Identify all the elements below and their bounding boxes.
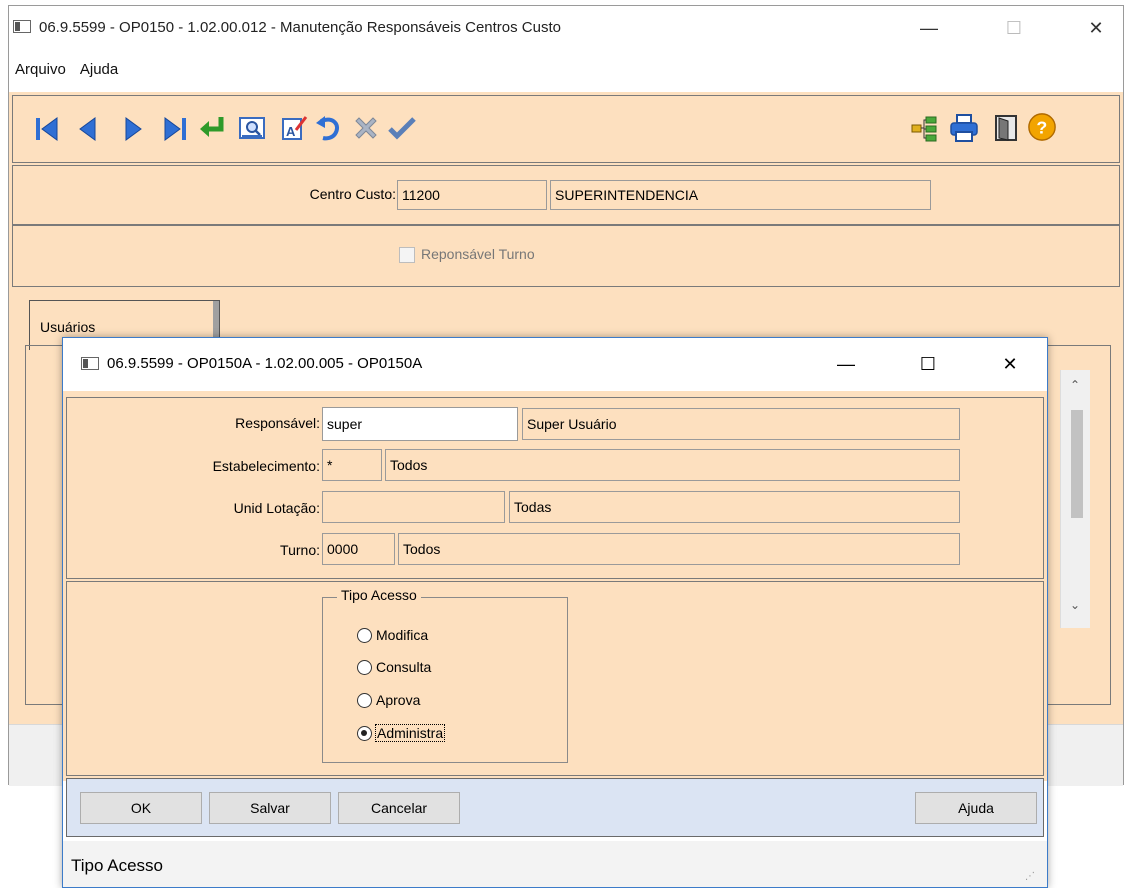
scroll-up-icon[interactable]: ⌃ <box>1070 378 1080 392</box>
radio-administra-circle[interactable] <box>357 726 372 741</box>
help-icon[interactable]: ? <box>1027 112 1057 142</box>
last-record-icon[interactable] <box>159 114 189 144</box>
next-record-icon[interactable] <box>118 114 148 144</box>
previous-record-icon[interactable] <box>73 114 103 144</box>
menu-arquivo[interactable]: Arquivo <box>15 61 66 78</box>
tipo-acesso-legend: Tipo Acesso <box>337 587 421 603</box>
radio-consulta-circle[interactable] <box>357 660 372 675</box>
edit-icon[interactable]: A <box>279 113 309 143</box>
maximize-button[interactable]: ☐ <box>999 18 1029 38</box>
estabelecimento-label: Estabelecimento: <box>212 458 320 474</box>
radio-aprova[interactable]: Aprova <box>357 691 477 713</box>
radio-aprova-circle[interactable] <box>357 693 372 708</box>
radio-modifica-label: Modifica <box>376 627 429 643</box>
estabelecimento-description-field: Todos <box>385 449 960 481</box>
centro-custo-label: Centro Custo: <box>309 186 396 202</box>
confirm-icon[interactable] <box>387 113 417 143</box>
dialog-title: 06.9.5599 - OP0150A - 1.02.00.005 - OP01… <box>107 355 423 372</box>
turno-label: Turno: <box>280 542 320 558</box>
radio-consulta[interactable]: Consulta <box>357 658 477 680</box>
radio-consulta-label: Consulta <box>376 659 432 675</box>
dialog-fields-panel: Responsável: super Super Usuário Estabel… <box>66 397 1044 579</box>
search-icon[interactable] <box>237 113 267 143</box>
close-button[interactable]: ✕ <box>1081 18 1111 38</box>
centro-custo-description-field: SUPERINTENDENCIA <box>550 180 931 210</box>
responsavel-turno-panel: Reponsável Turno <box>12 225 1120 287</box>
svg-text:A: A <box>286 124 296 139</box>
app-icon <box>13 20 31 33</box>
minimize-button[interactable]: — <box>914 18 944 38</box>
dialog-status-bar: Tipo Acesso ⋰ <box>63 841 1047 887</box>
first-record-icon[interactable] <box>33 114 63 144</box>
svg-text:?: ? <box>1036 118 1047 138</box>
responsavel-description-field: Super Usuário <box>522 408 960 440</box>
go-to-icon[interactable] <box>197 113 227 143</box>
centro-custo-code-field[interactable]: 11200 <box>397 180 547 210</box>
dialog-status-text: Tipo Acesso <box>71 856 163 875</box>
radio-modifica[interactable]: Modifica <box>357 626 477 648</box>
dialog-close-button[interactable]: ✕ <box>995 354 1025 374</box>
unid-lotacao-input[interactable] <box>322 491 505 523</box>
responsavel-label: Responsável: <box>235 415 320 431</box>
ok-button[interactable]: OK <box>80 792 202 824</box>
resize-grip-icon[interactable]: ⋰ <box>1025 871 1035 882</box>
op0150a-dialog: 06.9.5599 - OP0150A - 1.02.00.005 - OP01… <box>62 337 1048 888</box>
radio-aprova-label: Aprova <box>376 692 421 708</box>
exit-icon[interactable] <box>991 113 1021 143</box>
responsavel-turno-label: Reponsável Turno <box>421 246 535 262</box>
unid-lotacao-label: Unid Lotação: <box>233 500 320 516</box>
turno-input[interactable]: 0000 <box>322 533 395 565</box>
menu-ajuda[interactable]: Ajuda <box>80 61 118 78</box>
radio-administra-label: Administra <box>375 724 446 742</box>
responsavel-turno-checkbox[interactable] <box>399 247 415 263</box>
menu-bar: Arquivo Ajuda <box>15 61 132 78</box>
print-icon[interactable] <box>949 113 979 143</box>
radio-modifica-circle[interactable] <box>357 628 372 643</box>
tipo-acesso-panel: Tipo Acesso Modifica Consulta Aprova Adm… <box>66 581 1044 776</box>
dialog-app-icon <box>81 357 99 370</box>
turno-description-field: Todos <box>398 533 960 565</box>
cancelar-button[interactable]: Cancelar <box>338 792 460 824</box>
scrollbar-thumb[interactable] <box>1071 410 1083 518</box>
tab-usuarios-label: Usuários <box>40 319 96 335</box>
unid-lotacao-description-field: Todas <box>509 491 960 523</box>
dialog-button-bar: OK Salvar Cancelar Ajuda <box>66 778 1044 837</box>
salvar-button[interactable]: Salvar <box>209 792 331 824</box>
delete-icon[interactable] <box>351 113 381 143</box>
undo-icon[interactable] <box>313 113 343 143</box>
responsavel-input[interactable]: super <box>322 407 518 441</box>
window-title: 06.9.5599 - OP0150 - 1.02.00.012 - Manut… <box>39 19 561 36</box>
radio-administra[interactable]: Administra <box>357 724 487 746</box>
hierarchy-icon[interactable] <box>909 113 939 143</box>
toolbar: A ? <box>12 95 1120 163</box>
scroll-down-icon[interactable]: ⌄ <box>1070 598 1080 612</box>
dialog-maximize-button[interactable]: ☐ <box>913 354 943 374</box>
vertical-scrollbar[interactable]: ⌃ ⌄ <box>1060 370 1090 628</box>
estabelecimento-input[interactable]: * <box>322 449 382 481</box>
ajuda-button[interactable]: Ajuda <box>915 792 1037 824</box>
dialog-minimize-button[interactable]: — <box>831 354 861 374</box>
centro-custo-panel: Centro Custo: 11200 SUPERINTENDENCIA <box>12 165 1120 225</box>
